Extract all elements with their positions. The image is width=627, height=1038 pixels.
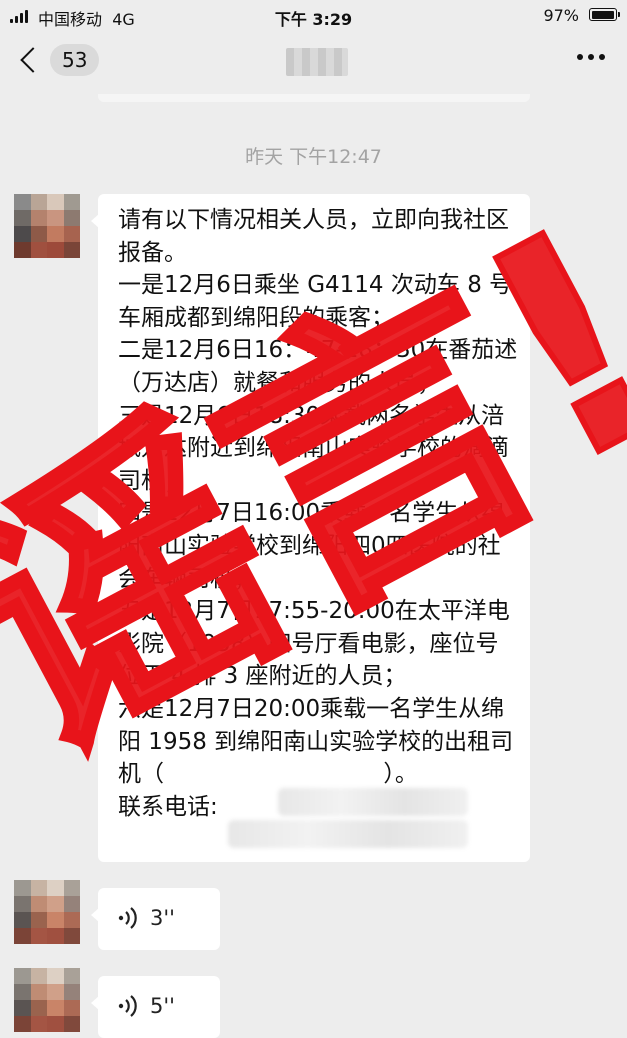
message-bubble[interactable]: 请有以下情况相关人员，立即向我社区报备。 一是12月6日乘坐 G4114 次动车… [91, 194, 530, 862]
chevron-left-icon [20, 47, 46, 73]
redacted-phone [228, 820, 468, 848]
battery-icon [589, 8, 620, 21]
sender-avatar[interactable] [14, 968, 80, 1032]
sender-avatar[interactable] [14, 880, 80, 944]
back-button[interactable]: 53 [18, 44, 100, 76]
voice-message-1[interactable]: 3'' [91, 888, 220, 950]
message-text: 请有以下情况相关人员，立即向我社区报备。 一是12月6日乘坐 G4114 次动车… [118, 207, 518, 820]
battery-fill [591, 10, 614, 19]
chat-title-redacted [286, 48, 348, 76]
voice-wave-icon [118, 995, 137, 1017]
battery-percent: 97% [543, 6, 579, 25]
status-bar: 中国移动 4G 下午 3:29 97% [0, 0, 627, 32]
message-timestamp: 昨天 下午12:47 [245, 146, 382, 168]
sender-avatar[interactable] [14, 194, 80, 258]
voice-wave-icon [118, 907, 137, 929]
more-options-button[interactable] [577, 54, 605, 60]
ellipsis-icon [577, 54, 583, 60]
status-time: 下午 3:29 [274, 10, 353, 29]
voice-duration: 3'' [150, 906, 175, 930]
voice-duration: 5'' [150, 994, 175, 1018]
redacted-name [278, 788, 468, 816]
unread-count-badge: 53 [50, 44, 100, 76]
voice-message-2[interactable]: 5'' [91, 976, 220, 1038]
previous-message-bubble [98, 94, 530, 102]
nav-bar: 53 [0, 32, 627, 94]
